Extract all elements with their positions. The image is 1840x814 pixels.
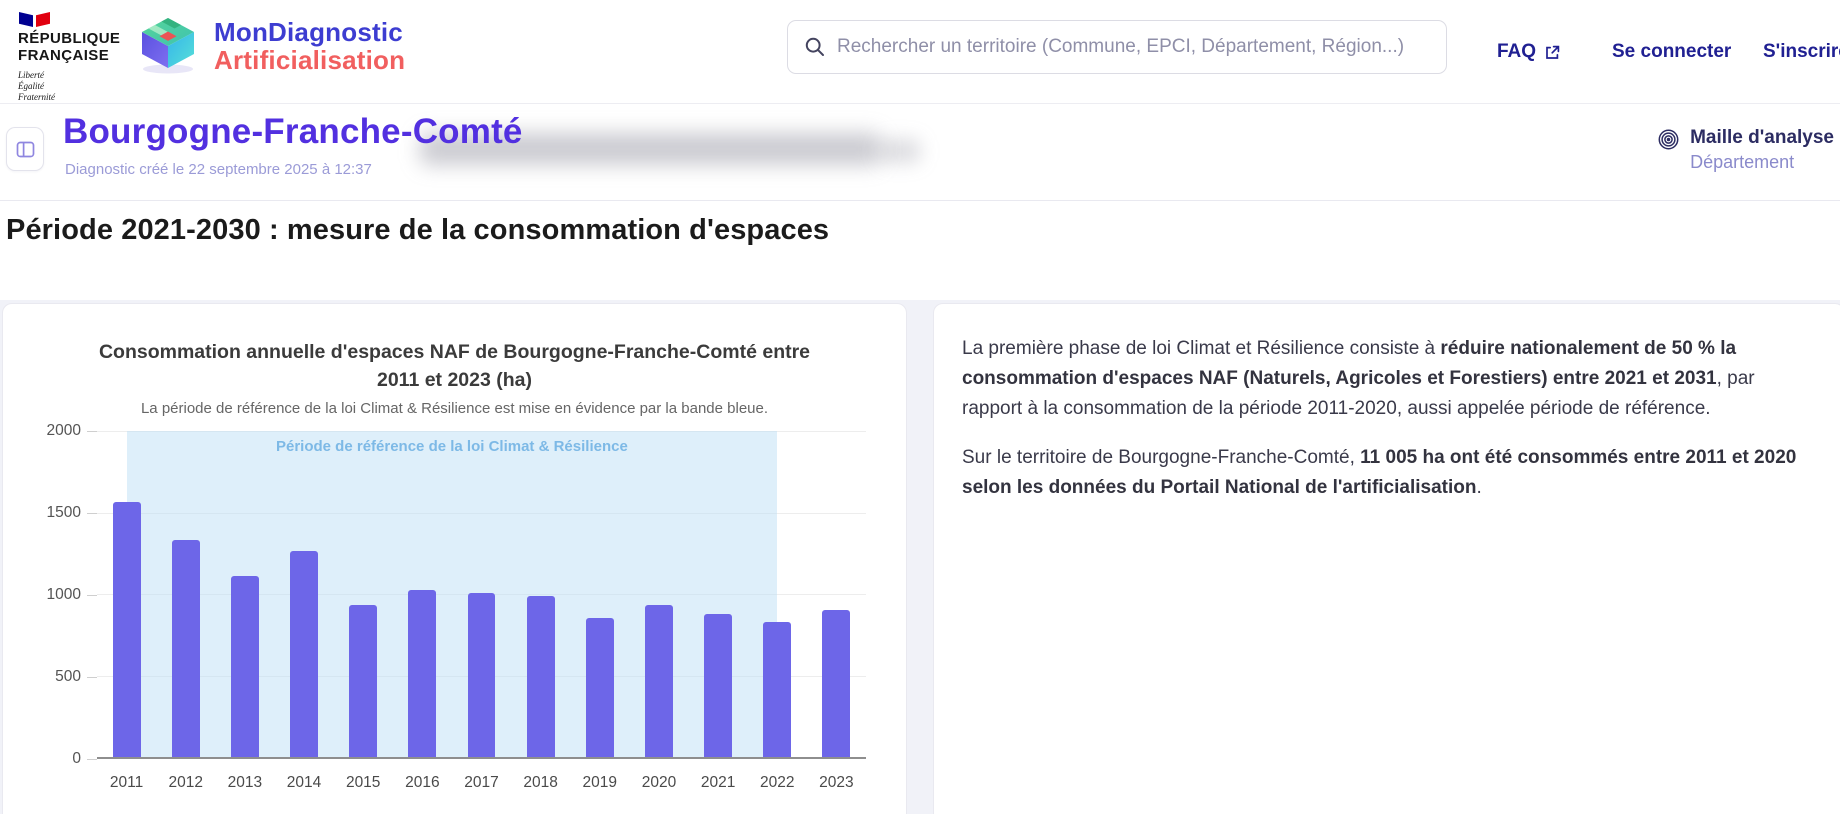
bar-2012[interactable] [172,540,200,757]
x-tick-label: 2015 [346,774,380,792]
app-logo[interactable]: MonDiagnostic Artificialisation [135,14,405,79]
faq-link[interactable]: FAQ [1497,0,1561,104]
territory-header: Bourgogne-Franche-Comté Diagnostic créé … [0,105,1840,201]
x-tick-label: 2021 [701,774,735,792]
page: RÉPUBLIQUE FRANÇAISE Liberté Égalité Fra… [0,0,1840,814]
bar-2021[interactable] [704,614,732,757]
x-tick-label: 2020 [642,774,676,792]
y-tick-label: 500 [55,668,81,686]
bar-2018[interactable] [527,596,555,757]
chart-y-axis: 0500100015002000 [3,431,97,759]
y-tick-label: 1500 [47,504,81,522]
x-tick-label: 2012 [168,774,202,792]
x-tick-label: 2014 [287,774,321,792]
y-tick-mark [87,677,97,678]
info-paragraphs: La première phase de loi Climat et Résil… [962,334,1798,503]
x-tick-label: 2018 [523,774,557,792]
diagnostic-date: Diagnostic créé le 22 septembre 2025 à 1… [65,161,372,178]
territory-title: Bourgogne-Franche-Comté [63,112,523,152]
bar-2011[interactable] [113,502,141,757]
external-link-icon [1544,44,1561,61]
x-tick-label: 2011 [110,774,143,792]
x-tick-label: 2017 [464,774,498,792]
y-tick-label: 1000 [47,586,81,604]
y-tick-label: 2000 [47,422,81,440]
analysis-scale: Maille d'analyse Département [1657,127,1834,173]
bar-2015[interactable] [349,605,377,757]
analysis-scale-value: Département [1690,152,1834,173]
x-tick-label: 2022 [760,774,794,792]
y-tick-label: 0 [72,750,81,768]
mondiagnostic-cube-icon [135,14,201,79]
x-tick-label: 2019 [583,774,617,792]
reference-period-band: Période de référence de la loi Climat & … [127,431,778,757]
y-tick-mark [87,595,97,596]
law-info-card: La première phase de loi Climat et Résil… [933,303,1840,814]
x-tick-label: 2023 [819,774,853,792]
info-paragraph: Sur le territoire de Bourgogne-Franche-C… [962,443,1798,503]
search-input[interactable] [837,36,1430,58]
signup-link[interactable]: S'inscrire [1763,0,1840,104]
territory-search [787,20,1447,74]
chart-title: Consommation annuelle d'espaces NAF de B… [95,338,815,395]
bar-2013[interactable] [231,576,259,757]
blurred-text [880,139,920,163]
chart-subtitle: La période de référence de la loi Climat… [25,400,885,417]
consumption-chart-card: Consommation annuelle d'espaces NAF de B… [2,303,907,814]
y-tick-mark [87,431,97,432]
section-title: Période 2021-2030 : mesure de la consomm… [6,214,829,247]
bar-2019[interactable] [586,618,614,757]
content-area: Consommation annuelle d'espaces NAF de B… [0,300,1840,814]
info-paragraph: La première phase de loi Climat et Résil… [962,334,1798,424]
y-tick-mark [87,759,97,760]
bar-2016[interactable] [408,590,436,757]
bar-2017[interactable] [468,593,496,757]
app-name: MonDiagnostic Artificialisation [214,19,405,74]
bar-2014[interactable] [290,551,318,757]
analysis-scale-label: Maille d'analyse [1690,127,1834,149]
login-link[interactable]: Se connecter [1612,0,1731,104]
bar-2020[interactable] [645,605,673,757]
reference-period-band-label: Période de référence de la loi Climat & … [127,438,778,455]
bar-2022[interactable] [763,622,791,757]
x-tick-label: 2016 [405,774,439,792]
bar-2023[interactable] [822,610,850,757]
top-header: RÉPUBLIQUE FRANÇAISE Liberté Égalité Fra… [0,0,1840,104]
search-icon [804,36,826,58]
sidebar-toggle-button[interactable] [6,127,44,171]
x-tick-label: 2013 [228,774,262,792]
chart-x-axis: 2011 2012 2013 2014 2015 2016 2017 2018 2019 2020… [97,774,866,796]
chart-plot[interactable]: Période de référence de la loi Climat & … [97,431,866,759]
panel-icon [15,139,36,160]
target-icon [1657,128,1680,173]
y-tick-mark [87,513,97,514]
